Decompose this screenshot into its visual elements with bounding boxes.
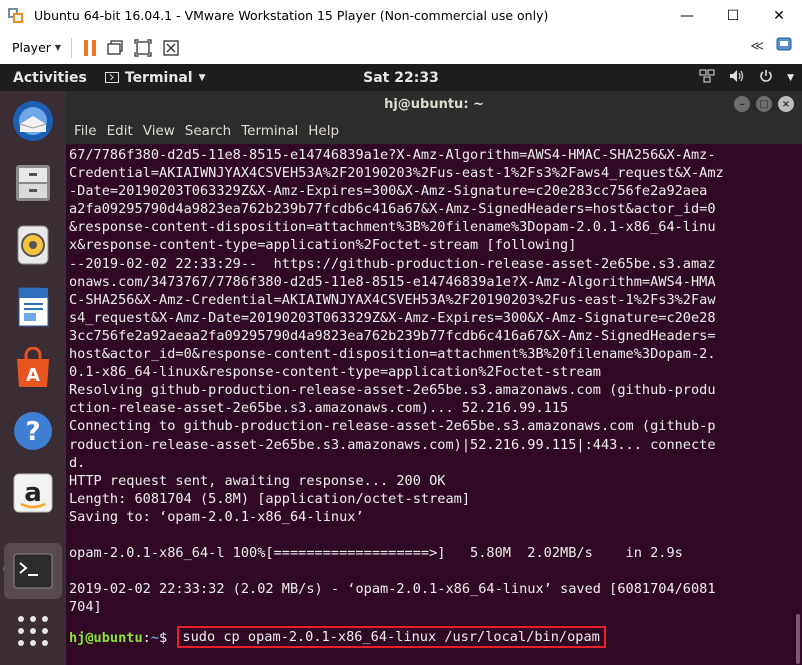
app-menu[interactable]: Terminal ▼ (104, 69, 206, 86)
menu-terminal[interactable]: Terminal (241, 123, 298, 139)
menu-edit[interactable]: Edit (107, 123, 133, 139)
help-icon[interactable]: ? (9, 407, 57, 455)
power-icon[interactable] (759, 69, 773, 87)
chevron-down-icon[interactable]: ▼ (787, 73, 794, 83)
terminal-output-line: &response-content-disposition=attachment… (69, 219, 716, 236)
terminal-output-line: s4_request&X-Amz-Date=20190203T063329Z&X… (69, 309, 716, 326)
terminal-output-line: host&actor_id=0&response-content-disposi… (69, 346, 716, 363)
vmware-toolbar: Player ▼ ≪ (0, 31, 802, 65)
terminal-output-line: HTTP request sent, awaiting response... … (69, 472, 446, 489)
prompt-symbol: $ (159, 630, 176, 646)
terminal-output-line: a2fa09295790d4a9823ea762b239b77fcdb6c416… (69, 201, 716, 218)
terminal-close-button[interactable]: × (778, 96, 794, 112)
terminal-maximize-button[interactable]: □ (756, 96, 772, 112)
terminal-output-line: d. (69, 454, 86, 471)
show-apps-icon[interactable] (9, 607, 57, 655)
player-menu-label: Player (12, 40, 51, 55)
chevron-down-icon: ▼ (198, 72, 206, 83)
prompt-user-host: hj@ubuntu (69, 630, 143, 646)
terminal-output: 67/7786f380-d2d5-11e8-8515-e14746839a1e?… (69, 146, 724, 635)
terminal-app-icon (104, 72, 119, 83)
fit-guest-icon[interactable] (134, 38, 152, 57)
close-button[interactable]: ✕ (756, 0, 802, 31)
app-menu-label: Terminal (124, 69, 193, 86)
activities-button[interactable]: Activities (13, 70, 87, 86)
volume-icon[interactable] (729, 69, 745, 87)
maximize-button[interactable]: ☐ (710, 0, 756, 31)
host-titlebar: Ubuntu 64-bit 16.04.1 - VMware Workstati… (0, 0, 802, 31)
prompt-colon: : (142, 630, 151, 646)
ubuntu-dock: A ? a (0, 91, 66, 665)
usb-device-icon[interactable] (776, 37, 792, 55)
terminal-titlebar: hj@ubuntu: ~ – □ × (66, 91, 802, 118)
network-icon[interactable] (699, 69, 715, 87)
svg-text:?: ? (25, 417, 40, 447)
terminal-output-line: x&response-content-type=application%2Foc… (69, 237, 577, 254)
terminal-menubar: File Edit View Search Terminal Help (66, 118, 802, 144)
player-menu[interactable]: Player ▼ (12, 40, 61, 55)
libreoffice-writer-icon[interactable] (9, 283, 57, 331)
svg-text:a: a (24, 478, 42, 508)
software-center-icon[interactable]: A (9, 345, 57, 393)
toolbar-divider (71, 37, 73, 58)
minimize-button[interactable]: — (664, 0, 710, 31)
prompt-line: hj@ubuntu: ~ $ sudo cp opam-2.0.1-x86_64-l… (69, 626, 606, 648)
collapse-toolbar-icon[interactable]: ≪ (750, 39, 764, 54)
svg-text:A: A (26, 365, 40, 386)
clock[interactable]: Sat 22:33 (363, 70, 439, 86)
chevron-down-icon: ▼ (54, 43, 62, 52)
terminal-scrollbar[interactable] (796, 614, 800, 664)
terminal-output-line: Saving to: ‘opam-2.0.1-x86_64-linux’ (69, 508, 364, 525)
terminal-output-line: -Date=20190203T063329Z&X-Amz-Expires=300… (69, 183, 708, 200)
menu-view[interactable]: View (143, 123, 175, 139)
terminal-body[interactable]: 67/7786f380-d2d5-11e8-8515-e14746839a1e?… (66, 144, 802, 665)
rhythmbox-icon[interactable] (9, 221, 57, 269)
unity-mode-icon[interactable] (162, 39, 180, 57)
terminal-output-line: onaws.com/3473767/7786f380-d2d5-11e8-851… (69, 273, 716, 290)
amazon-icon[interactable]: a (9, 469, 57, 517)
terminal-output-line: C-SHA256&X-Amz-Credential=AKIAIWNJYAX4CS… (69, 291, 716, 308)
menu-search[interactable]: Search (185, 123, 231, 139)
ubuntu-top-panel: Sat 22:33 Activities Terminal ▼ ▼ (0, 64, 802, 91)
thunderbird-icon[interactable] (9, 97, 57, 145)
terminal-output-line: roduction-release-asset-2e65be.s3.amazon… (69, 436, 716, 453)
vmware-logo-icon (8, 7, 24, 24)
terminal-output-line: opam-2.0.1-x86_64-l 100%[===============… (69, 545, 683, 562)
prompt-path: ~ (150, 630, 160, 646)
terminal-output-line: ction-release-asset-2e65be.s3.amazonaws.… (69, 400, 569, 417)
menu-help[interactable]: Help (308, 123, 339, 139)
terminal-output-line: 67/7786f380-d2d5-11e8-8515-e14746839a1e?… (69, 147, 716, 163)
terminal-output-line: 704] (69, 599, 102, 616)
terminal-output-line: 2019-02-02 22:33:32 (2.02 MB/s) - ‘opam-… (69, 581, 716, 598)
files-icon[interactable] (9, 159, 57, 207)
terminal-icon[interactable] (4, 543, 62, 599)
host-window-title: Ubuntu 64-bit 16.04.1 - VMware Workstati… (34, 8, 549, 23)
terminal-output-line: 0.1-x86_64-linux&response-content-type=a… (69, 364, 601, 381)
terminal-minimize-button[interactable]: – (734, 96, 750, 112)
terminal-output-line: 3cc756fe2a92aeaa2fa09295790d4a9823ea762b… (69, 327, 716, 344)
terminal-output-line: --2019-02-02 22:33:29-- https://github-p… (69, 255, 716, 272)
terminal-output-line: Resolving github-production-release-asse… (69, 382, 716, 399)
terminal-output-line: Credential=AKIAIWNJYAX4CSVEH53A%2F201902… (69, 165, 724, 182)
menu-file[interactable]: File (74, 123, 97, 139)
send-ctrl-alt-del-icon[interactable] (106, 39, 124, 57)
terminal-output-line: Connecting to github-production-release-… (69, 418, 716, 435)
terminal-output-line: Length: 6081704 (5.8M) [application/octe… (69, 490, 471, 507)
highlighted-command[interactable]: sudo cp opam-2.0.1-x86_64-linux /usr/loc… (177, 626, 606, 648)
terminal-title: hj@ubuntu: ~ (384, 97, 484, 112)
pause-icon[interactable] (84, 39, 97, 56)
